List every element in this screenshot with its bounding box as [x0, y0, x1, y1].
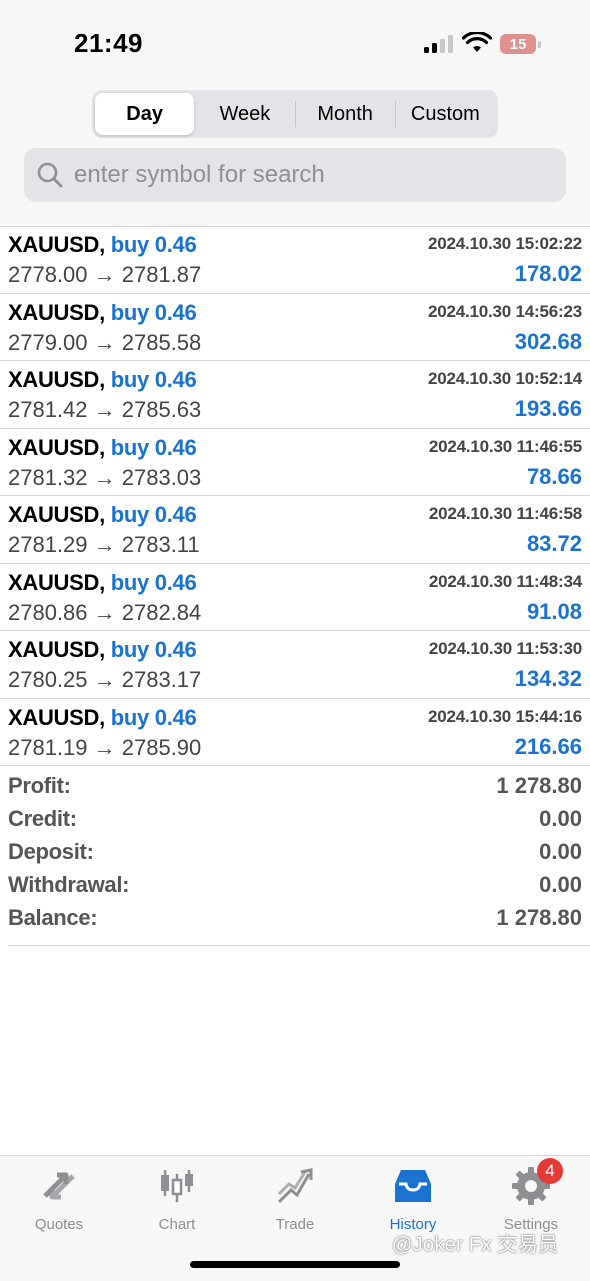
search-bar	[24, 148, 566, 202]
deal-prices: 2781.32 → 2783.03	[8, 464, 202, 490]
deal-prices: 2779.00 → 2785.58	[8, 329, 202, 355]
summary-value: 1 278.80	[496, 905, 582, 930]
deal-row[interactable]: XAUUSD, buy 0.46 2024.10.30 11:46:55 278…	[0, 429, 590, 496]
deal-prices: 2780.86 → 2782.84	[8, 599, 202, 625]
segment-custom[interactable]: Custom	[396, 93, 495, 135]
deal-side: buy 0.46	[110, 502, 197, 527]
battery-icon: 15	[500, 34, 541, 54]
deal-profit: 178.02	[514, 261, 582, 286]
deal-row[interactable]: XAUUSD, buy 0.46 2024.10.30 10:52:14 278…	[0, 361, 590, 429]
deal-row[interactable]: XAUUSD, buy 0.46 2024.10.30 14:56:23 277…	[0, 294, 590, 361]
deal-row[interactable]: XAUUSD, buy 0.46 2024.10.30 11:46:58 278…	[0, 496, 590, 564]
deals-list: XAUUSD, buy 0.46 2024.10.30 15:02:22 277…	[0, 226, 590, 766]
tab-trade[interactable]: Trade	[236, 1164, 354, 1238]
tab-label: Chart	[158, 1216, 196, 1233]
deal-prices: 2778.00 → 2781.87	[8, 262, 202, 287]
watermark: @Joker Fx 交易员	[392, 1234, 559, 1256]
deal-row[interactable]: XAUUSD, buy 0.46 2024.10.30 11:48:34 278…	[0, 564, 590, 631]
deal-time: 2024.10.30 14:56:23	[427, 301, 582, 321]
candlestick-icon	[161, 1170, 193, 1202]
deal-side: buy 0.46	[110, 232, 197, 257]
summary-value: 0.00	[539, 839, 582, 864]
summary-value: 1 278.80	[496, 773, 582, 798]
cellular-signal-icon	[424, 33, 454, 53]
summary-label: Balance:	[8, 905, 98, 930]
period-selector: Day Week Month Custom	[92, 90, 498, 138]
segment-day[interactable]: Day	[95, 93, 195, 135]
deal-symbol: XAUUSD,	[8, 637, 105, 662]
summary-withdrawal: Withdrawal: 0.00	[0, 872, 590, 905]
deal-profit: 216.66	[514, 733, 582, 759]
summary-deposit: Deposit: 0.00	[0, 839, 590, 872]
segment-week[interactable]: Week	[195, 93, 294, 135]
summary-value: 0.00	[539, 806, 582, 831]
deal-symbol: XAUUSD,	[8, 569, 105, 595]
deal-symbol: XAUUSD,	[8, 299, 105, 325]
deal-side: buy 0.46	[110, 704, 197, 730]
deal-time: 2024.10.30 15:02:22	[427, 234, 582, 253]
tab-chart[interactable]: Chart	[118, 1164, 236, 1238]
summary-divider	[8, 945, 590, 946]
deal-time: 2024.10.30 11:46:58	[428, 504, 582, 523]
deal-profit: 193.66	[514, 396, 582, 421]
deal-row[interactable]: XAUUSD, buy 0.46 2024.10.30 15:44:16 278…	[0, 699, 590, 766]
deal-time: 2024.10.30 11:48:34	[428, 571, 582, 591]
deal-symbol: XAUUSD,	[8, 232, 105, 257]
deal-profit: 91.08	[526, 598, 582, 624]
battery-level: 15	[509, 35, 527, 53]
inbox-icon	[395, 1170, 431, 1202]
deal-side: buy 0.46	[110, 434, 197, 460]
status-time: 21:49	[74, 28, 143, 58]
deal-prices: 2781.29 → 2783.11	[8, 532, 200, 557]
trade-icon	[277, 1168, 313, 1204]
deal-side: buy 0.46	[110, 299, 197, 325]
deal-side: buy 0.46	[110, 367, 197, 392]
wifi-icon	[462, 32, 492, 52]
deal-symbol: XAUUSD,	[8, 367, 105, 392]
deal-symbol: XAUUSD,	[8, 704, 105, 730]
deal-side: buy 0.46	[110, 569, 197, 595]
quotes-icon	[43, 1172, 75, 1200]
search-icon	[37, 162, 63, 188]
summary-label: Withdrawal:	[8, 872, 130, 897]
summary-profit: Profit: 1 278.80	[0, 773, 590, 806]
tab-settings[interactable]: 4 Settings	[472, 1158, 590, 1238]
summary-balance: Balance: 1 278.80	[0, 905, 590, 938]
summary-label: Deposit:	[8, 839, 94, 864]
account-summary: Profit: 1 278.80 Credit: 0.00 Deposit: 0…	[0, 773, 590, 938]
notification-badge: 4	[537, 1158, 563, 1184]
deal-symbol: XAUUSD,	[8, 502, 105, 527]
tab-label: Quotes	[34, 1216, 84, 1233]
tab-label: Trade	[275, 1216, 315, 1233]
deal-symbol: XAUUSD,	[8, 434, 105, 460]
deal-side: buy 0.46	[110, 637, 197, 662]
summary-value: 0.00	[539, 872, 582, 897]
summary-credit: Credit: 0.00	[0, 806, 590, 839]
tab-quotes[interactable]: Quotes	[0, 1164, 118, 1238]
deal-time: 2024.10.30 10:52:14	[427, 369, 582, 388]
segment-month[interactable]: Month	[296, 93, 395, 135]
deal-prices: 2781.42 → 2785.63	[8, 397, 202, 422]
deal-time: 2024.10.30 15:44:16	[427, 706, 582, 726]
deal-prices: 2780.25 → 2783.17	[8, 667, 202, 692]
home-indicator[interactable]	[190, 1261, 400, 1268]
deal-profit: 78.66	[526, 463, 582, 489]
deal-row[interactable]: XAUUSD, buy 0.46 2024.10.30 11:53:30 278…	[0, 631, 590, 699]
deal-prices: 2781.19 → 2785.90	[8, 734, 202, 760]
tab-history[interactable]: History	[354, 1164, 472, 1238]
deal-profit: 134.32	[514, 666, 582, 691]
deal-profit: 302.68	[514, 328, 582, 354]
search-input[interactable]	[72, 160, 536, 190]
deal-row[interactable]: XAUUSD, buy 0.46 2024.10.30 15:02:22 277…	[0, 226, 590, 294]
summary-label: Credit:	[8, 806, 77, 831]
deal-profit: 83.72	[526, 531, 582, 556]
deal-time: 2024.10.30 11:53:30	[428, 639, 582, 658]
summary-label: Profit:	[8, 773, 71, 798]
deal-time: 2024.10.30 11:46:55	[428, 436, 582, 456]
